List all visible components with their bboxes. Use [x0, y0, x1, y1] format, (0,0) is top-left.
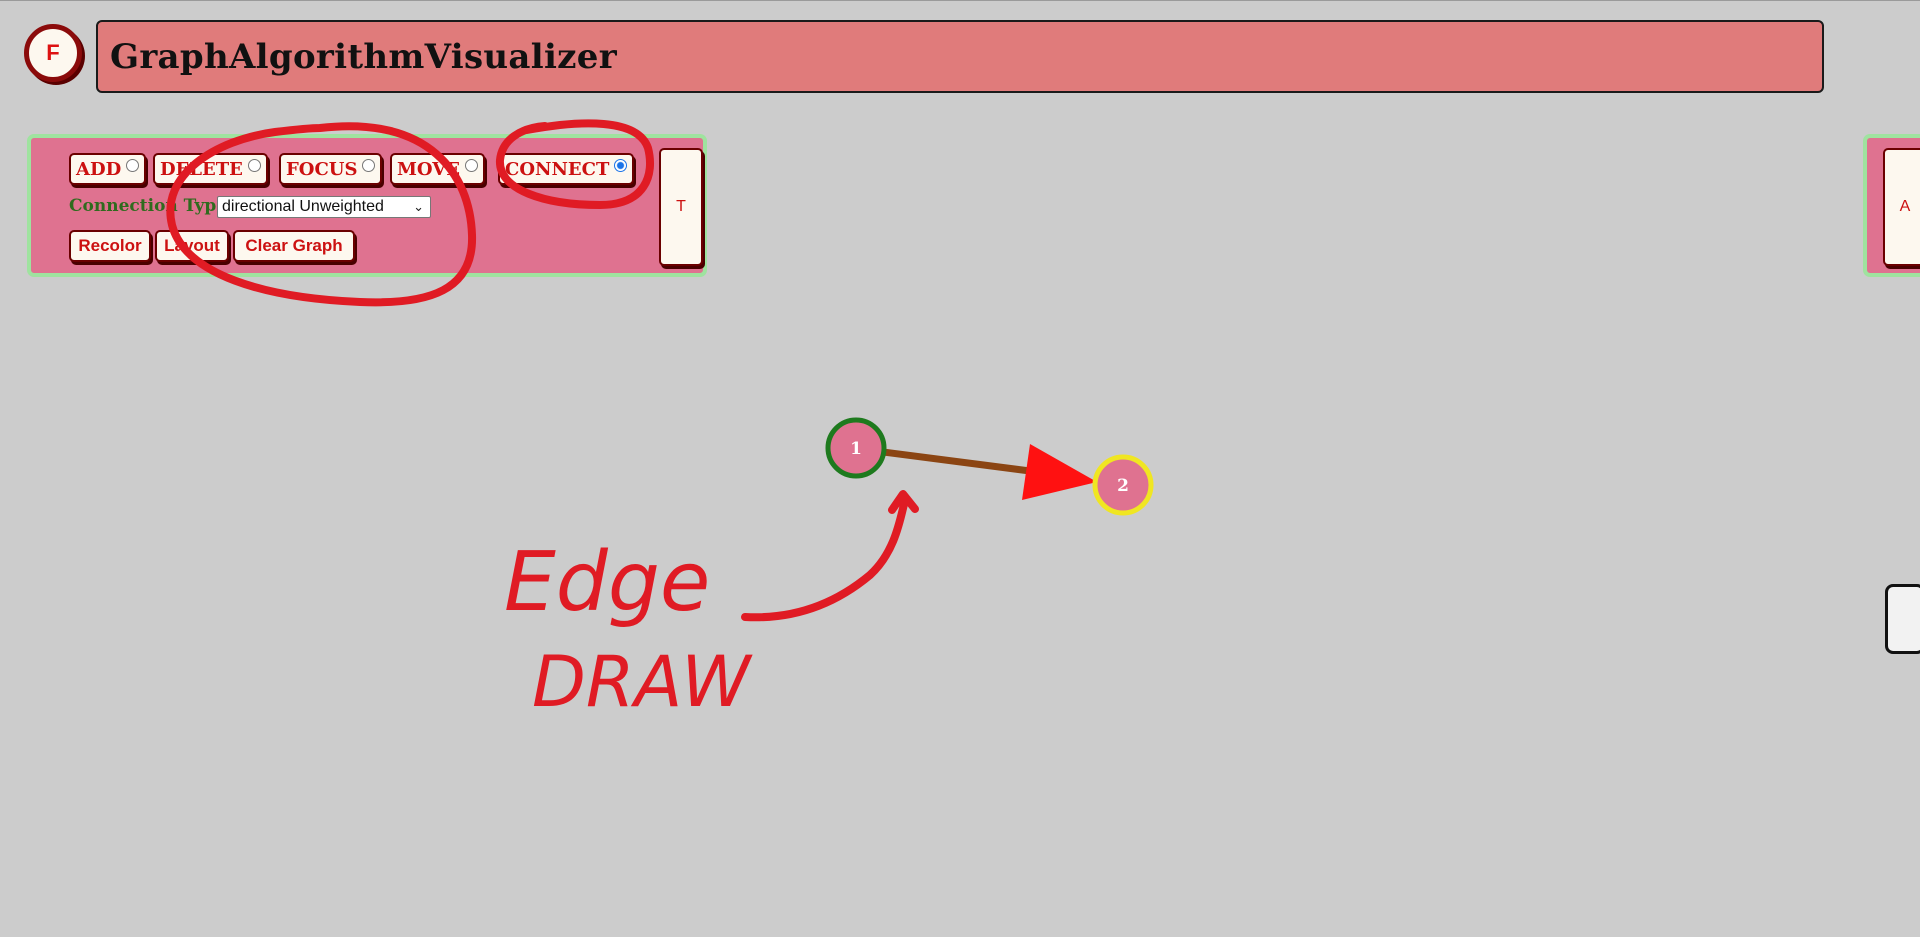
mode-add-label: ADD [76, 158, 122, 180]
mode-focus-radio[interactable] [362, 158, 376, 172]
mode-connect-button[interactable]: CONNECT [498, 153, 635, 185]
right-panel: A [1863, 134, 1920, 277]
title-bar: GraphAlgorithmVisualizer [96, 20, 1824, 93]
page-title: GraphAlgorithmVisualizer [110, 36, 617, 77]
clear-graph-button[interactable]: Clear Graph [233, 230, 355, 262]
logo-button[interactable]: F [24, 24, 82, 82]
annotation-text-edge: Edge [504, 535, 710, 630]
right-panel-toggle-button[interactable]: A [1883, 148, 1920, 266]
connection-type-label: Connection Type [69, 196, 228, 216]
edge-line [879, 448, 1034, 475]
edge-arrowhead [1022, 444, 1097, 500]
mode-move-label: MOVE [397, 158, 460, 180]
annotation-arrow [741, 490, 919, 622]
chevron-down-icon: ⌄ [413, 199, 424, 214]
right-drawer-handle[interactable] [1885, 584, 1920, 654]
mode-delete-button[interactable]: DELETE [153, 153, 268, 185]
mode-delete-label: DELETE [160, 158, 243, 180]
mode-move-radio[interactable] [464, 158, 478, 172]
mode-add-button[interactable]: ADD [69, 153, 147, 185]
toolbar-toggle-button[interactable]: T [659, 148, 703, 266]
graph-node-2[interactable]: 2 [1092, 454, 1154, 516]
mode-connect-label: CONNECT [505, 158, 610, 180]
recolor-button[interactable]: Recolor [69, 230, 151, 262]
top-border [0, 0, 1920, 1]
graph-node-1[interactable]: 1 [825, 417, 887, 479]
mode-focus-button[interactable]: FOCUS [279, 153, 383, 185]
connection-type-select[interactable]: directional Unweighted ⌄ [217, 196, 431, 218]
mode-add-radio[interactable] [126, 158, 140, 172]
mode-focus-label: FOCUS [286, 158, 358, 180]
control-panel: ADD DELETE FOCUS MOVE CONNECT Connection… [27, 134, 707, 277]
mode-delete-radio[interactable] [247, 158, 261, 172]
node-label: 2 [1117, 476, 1129, 496]
connection-type-value: directional Unweighted [222, 198, 384, 215]
graph-edge-1-2[interactable] [879, 444, 1097, 500]
node-label: 1 [850, 439, 862, 459]
mode-connect-radio[interactable] [614, 158, 628, 172]
annotation-text-draw: DRAW [532, 641, 753, 723]
mode-move-button[interactable]: MOVE [390, 153, 485, 185]
layout-button[interactable]: Layout [155, 230, 229, 262]
